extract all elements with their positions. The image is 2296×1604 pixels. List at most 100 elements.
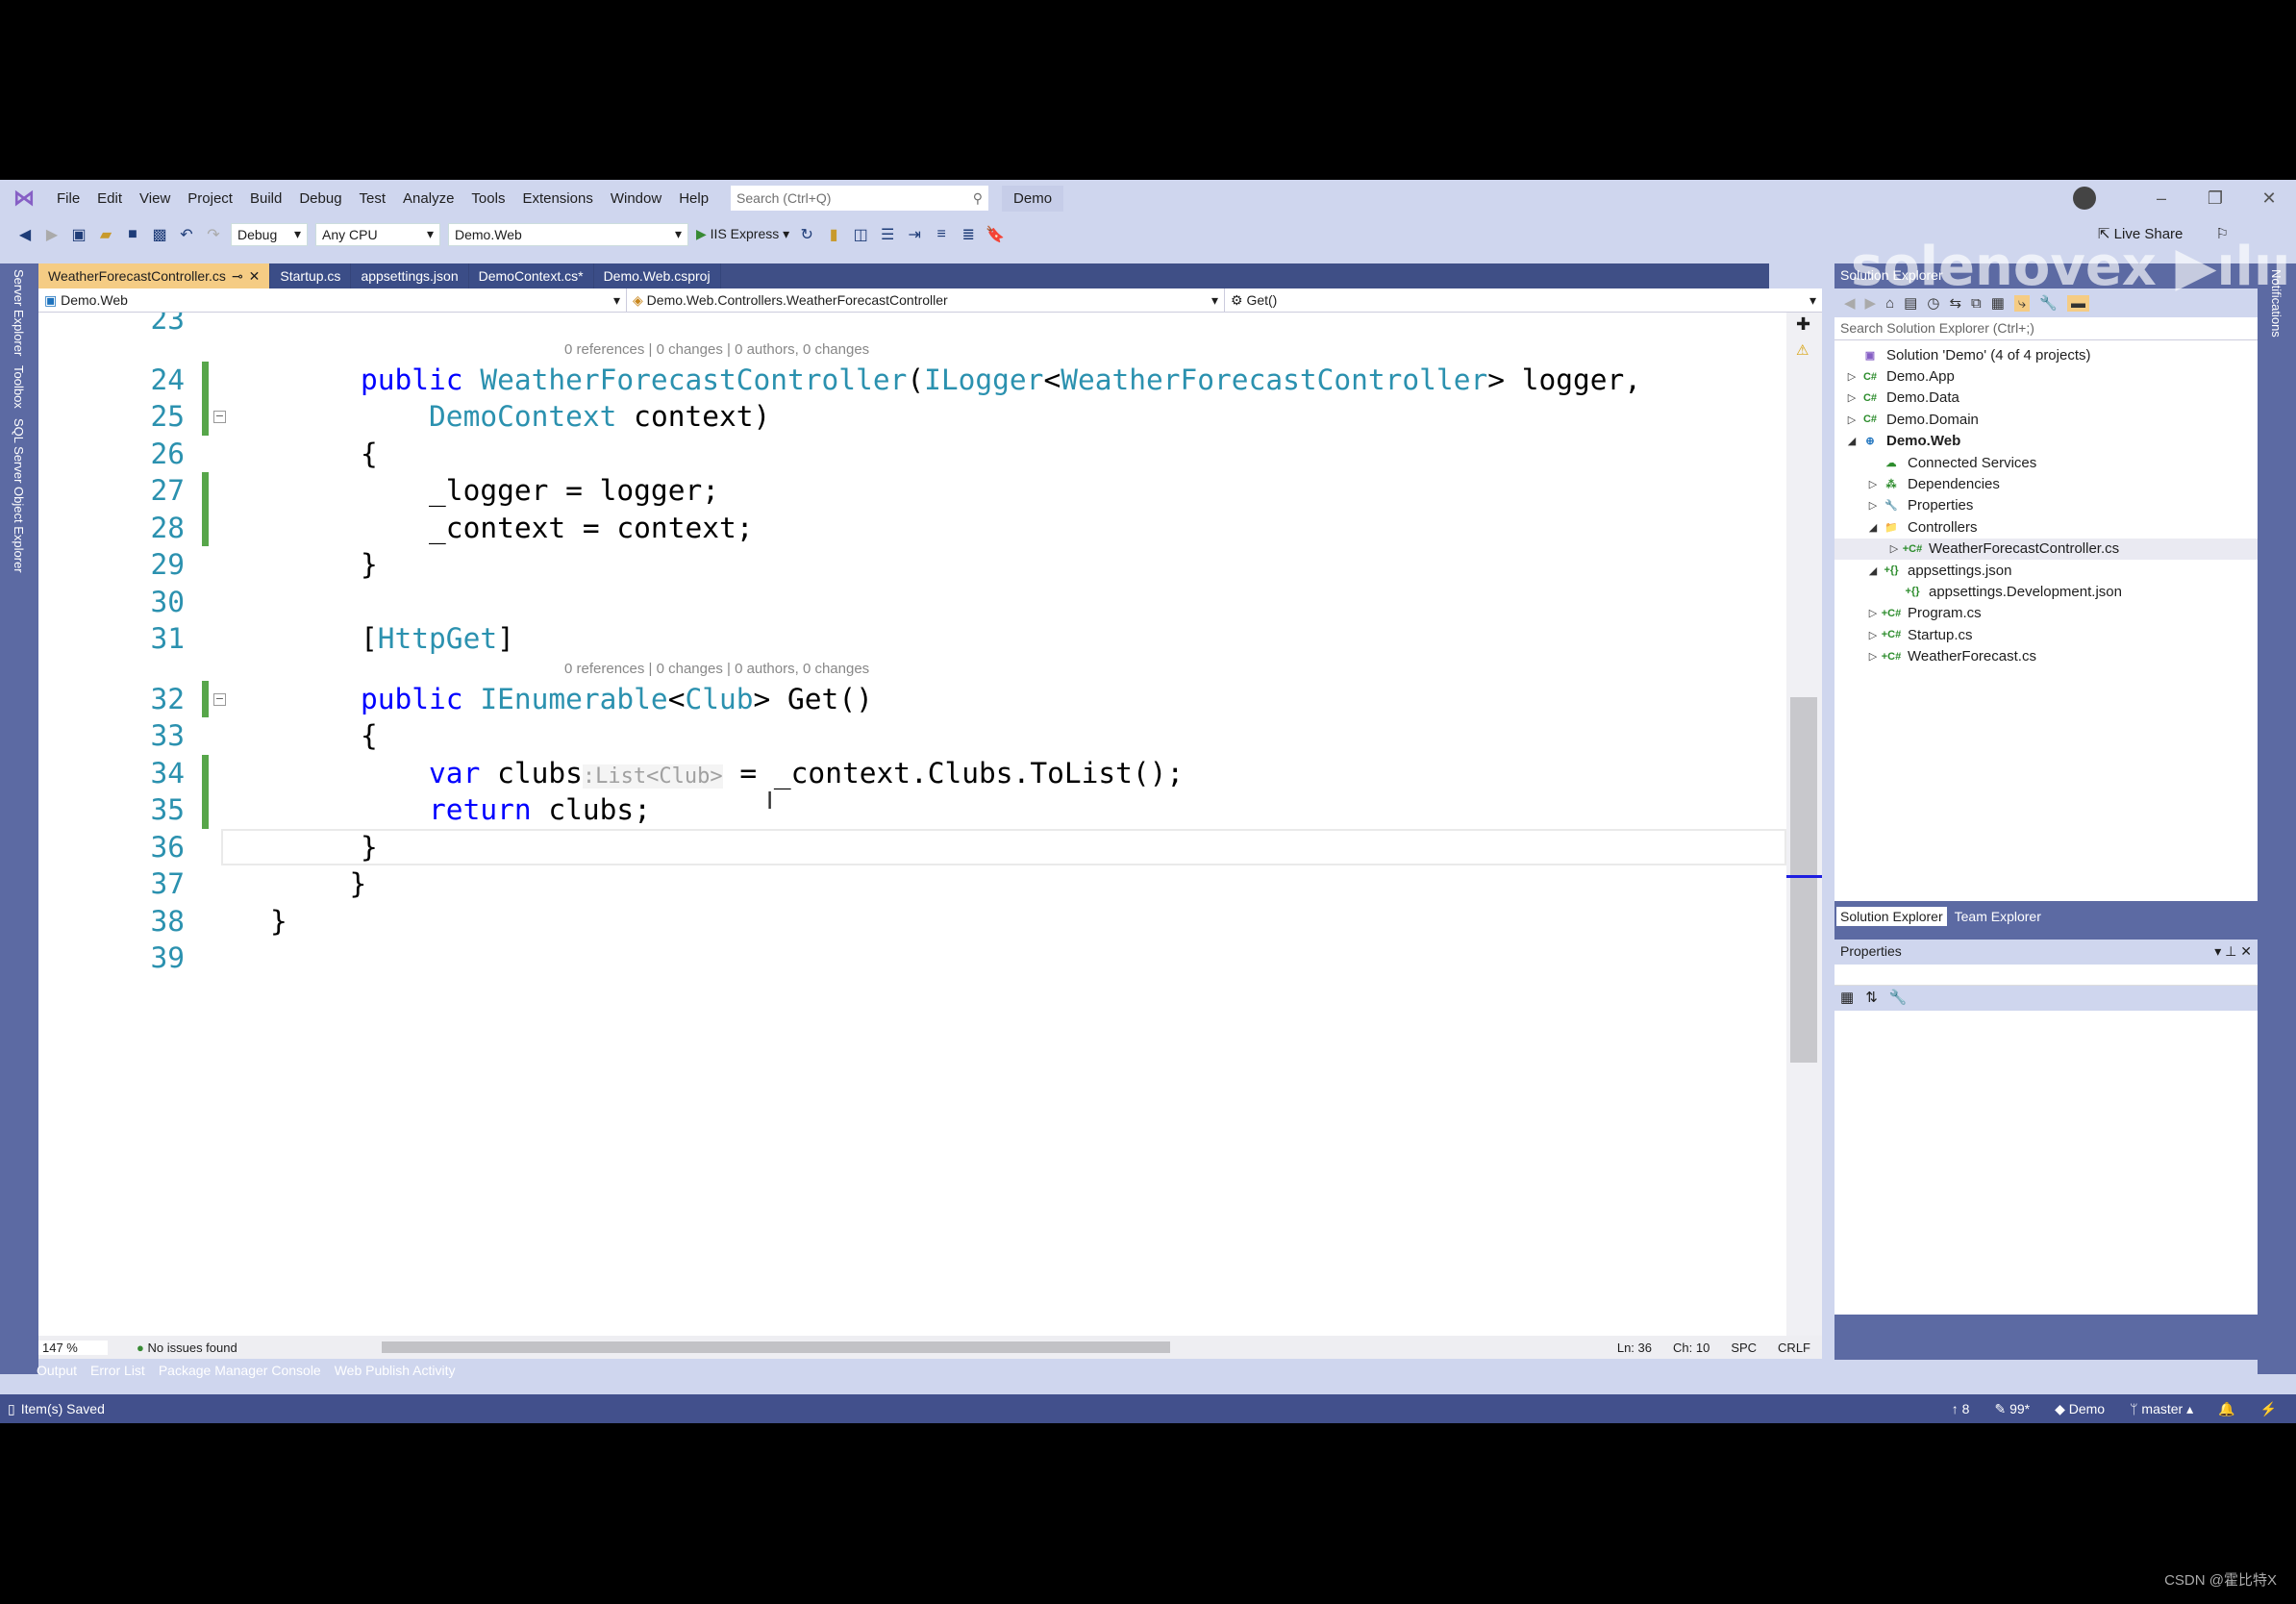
- menu-file[interactable]: File: [48, 190, 88, 207]
- tree-item[interactable]: ▷ C# Demo.Domain: [1834, 409, 2258, 430]
- expand-arrow-icon[interactable]: ◢: [1865, 521, 1881, 534]
- repository[interactable]: ◆ Demo: [2055, 1401, 2105, 1417]
- codelens-text[interactable]: 0 references | 0 changes | 0 authors, 0 …: [242, 661, 869, 677]
- zoom-dropdown[interactable]: 147 %: [38, 1340, 108, 1355]
- collapse-icon[interactable]: −: [213, 411, 226, 423]
- branch[interactable]: ᛘ master ▴: [2130, 1401, 2193, 1417]
- refresh-icon[interactable]: ↻: [797, 225, 816, 244]
- redo-icon[interactable]: ↷: [204, 225, 223, 244]
- tab-3[interactable]: DemoContext.cs*: [468, 263, 594, 288]
- save-icon[interactable]: ■: [123, 226, 142, 243]
- tree-item[interactable]: ▷ 🔧 Properties: [1834, 495, 2258, 516]
- forward-icon[interactable]: ▶: [42, 225, 62, 244]
- avatar[interactable]: [2073, 187, 2096, 210]
- platform-dropdown[interactable]: Any CPU ▾: [315, 222, 440, 246]
- comment-icon[interactable]: ≡: [932, 226, 951, 243]
- pin-icon[interactable]: ⊸: [232, 268, 243, 285]
- configuration-dropdown[interactable]: Debug ▾: [231, 222, 308, 246]
- bottom-tab-2[interactable]: Package Manager Console: [159, 1363, 321, 1378]
- bookmark-icon[interactable]: 🔖: [986, 225, 1005, 244]
- feedback-icon[interactable]: ⚡: [2260, 1401, 2277, 1417]
- expand-arrow-icon[interactable]: ▷: [1844, 391, 1859, 404]
- type-dropdown[interactable]: ◈ Demo.Web.Controllers.WeatherForecastCo…: [627, 288, 1225, 312]
- tab-1[interactable]: Startup.cs: [270, 263, 352, 288]
- notifications-strip[interactable]: Notifications: [2258, 263, 2296, 1374]
- tree-item[interactable]: ▷ ⁂ Dependencies: [1834, 473, 2258, 494]
- split-icon[interactable]: ✚: [1796, 314, 1810, 335]
- menu-view[interactable]: View: [131, 190, 179, 207]
- left-tab-2[interactable]: SQL Server Object Explorer: [12, 418, 26, 573]
- expand-arrow-icon[interactable]: ▷: [1865, 499, 1881, 512]
- close-button[interactable]: ✕: [2242, 188, 2296, 209]
- horizontal-scrollbar-thumb[interactable]: [381, 1341, 1170, 1353]
- tree-item[interactable]: ▷ +C# WeatherForecast.cs: [1834, 645, 2258, 666]
- menu-tools[interactable]: Tools: [462, 190, 513, 207]
- screenshot-icon[interactable]: ◫: [851, 225, 870, 244]
- bottom-tab-3[interactable]: Web Publish Activity: [335, 1363, 456, 1378]
- tree-item[interactable]: ▷ +C# WeatherForecastController.cs: [1834, 538, 2258, 560]
- solution-search-input[interactable]: Search Solution Explorer (Ctrl+;): [1834, 317, 2258, 340]
- tree-item[interactable]: ▣ Solution 'Demo' (4 of 4 projects): [1834, 344, 2258, 365]
- expand-arrow-icon[interactable]: ▷: [1865, 629, 1881, 641]
- tab-0[interactable]: WeatherForecastController.cs ⊸ ✕: [38, 263, 271, 288]
- scrollbar-thumb[interactable]: [1790, 697, 1817, 1063]
- close-icon[interactable]: ✕: [249, 268, 261, 285]
- unpushed-commits[interactable]: ↑ 8: [1952, 1401, 1970, 1417]
- menu-project[interactable]: Project: [179, 190, 241, 207]
- align-icon[interactable]: ☰: [878, 225, 897, 244]
- tree-item[interactable]: ▷ +C# Startup.cs: [1834, 624, 2258, 645]
- tree-item[interactable]: ◢ +{} appsettings.json: [1834, 560, 2258, 581]
- property-pages-icon[interactable]: 🔧: [1889, 989, 1908, 1008]
- left-tab-0[interactable]: Server Explorer: [12, 269, 26, 356]
- tree-item[interactable]: ◢ ⊕ Demo.Web: [1834, 431, 2258, 452]
- tab-4[interactable]: Demo.Web.csproj: [593, 263, 721, 288]
- tree-item[interactable]: ◢ 📁 Controllers: [1834, 516, 2258, 538]
- expand-arrow-icon[interactable]: ▷: [1865, 478, 1881, 490]
- menu-debug[interactable]: Debug: [290, 190, 350, 207]
- tree-item[interactable]: ▷ C# Demo.Data: [1834, 388, 2258, 409]
- expand-arrow-icon[interactable]: ◢: [1844, 435, 1859, 447]
- vertical-scrollbar[interactable]: ✚ ⚠: [1786, 313, 1822, 1336]
- restore-button[interactable]: ❐: [2188, 188, 2242, 209]
- tree-item[interactable]: ☁ Connected Services: [1834, 452, 2258, 473]
- panel-tab-1[interactable]: Team Explorer: [1951, 907, 2045, 926]
- expand-arrow-icon[interactable]: ▷: [1844, 414, 1859, 426]
- tree-item[interactable]: ▷ C# Demo.App: [1834, 365, 2258, 387]
- search-input[interactable]: Search (Ctrl+Q) ⚲: [731, 186, 989, 211]
- minimize-button[interactable]: –: [2134, 188, 2188, 209]
- tab-2[interactable]: appsettings.json: [351, 263, 469, 288]
- line-ending[interactable]: CRLF: [1778, 1341, 1810, 1355]
- code-editor[interactable]: 23 0 references | 0 changes | 0 authors, …: [38, 313, 1786, 1336]
- collapse-icon[interactable]: −: [213, 692, 226, 706]
- codelens-text[interactable]: 0 references | 0 changes | 0 authors, 0 …: [242, 341, 869, 358]
- expand-arrow-icon[interactable]: ◢: [1865, 564, 1881, 577]
- issues-indicator[interactable]: ● No issues found: [137, 1341, 237, 1355]
- close-icon[interactable]: ▾ ⊥ ✕: [2214, 943, 2252, 960]
- bottom-tab-0[interactable]: Output: [37, 1363, 77, 1378]
- back-icon[interactable]: ◀: [15, 225, 35, 244]
- expand-arrow-icon[interactable]: ▷: [1844, 370, 1859, 383]
- notifications-bell-icon[interactable]: 🔔: [2218, 1401, 2234, 1417]
- tree-item[interactable]: ▷ +C# Program.cs: [1834, 603, 2258, 624]
- run-button[interactable]: ▶ IIS Express ▾: [696, 226, 789, 242]
- menu-edit[interactable]: Edit: [88, 190, 131, 207]
- menu-test[interactable]: Test: [351, 190, 395, 207]
- expand-arrow-icon[interactable]: ▷: [1865, 650, 1881, 663]
- expand-arrow-icon[interactable]: ▷: [1865, 607, 1881, 619]
- menu-analyze[interactable]: Analyze: [394, 190, 462, 207]
- alphabetical-icon[interactable]: ⇅: [1865, 989, 1878, 1008]
- project-dropdown[interactable]: ▣ Demo.Web ▾: [38, 288, 627, 312]
- save-all-icon[interactable]: ▩: [150, 225, 169, 244]
- menu-help[interactable]: Help: [670, 190, 717, 207]
- categorized-icon[interactable]: ▦: [1840, 989, 1854, 1008]
- member-dropdown[interactable]: ⚙ Get() ▾: [1225, 288, 1822, 312]
- left-tab-1[interactable]: Toolbox: [12, 365, 26, 409]
- horizontal-scrollbar[interactable]: [381, 1341, 1170, 1353]
- startup-project-dropdown[interactable]: Demo.Web ▾: [448, 222, 688, 246]
- tree-item[interactable]: +{} appsettings.Development.json: [1834, 581, 2258, 602]
- indent-icon[interactable]: ⇥: [905, 225, 924, 244]
- menu-window[interactable]: Window: [602, 190, 670, 207]
- panel-tab-0[interactable]: Solution Explorer: [1836, 907, 1947, 926]
- menu-extensions[interactable]: Extensions: [513, 190, 601, 207]
- new-project-icon[interactable]: ▣: [69, 225, 88, 244]
